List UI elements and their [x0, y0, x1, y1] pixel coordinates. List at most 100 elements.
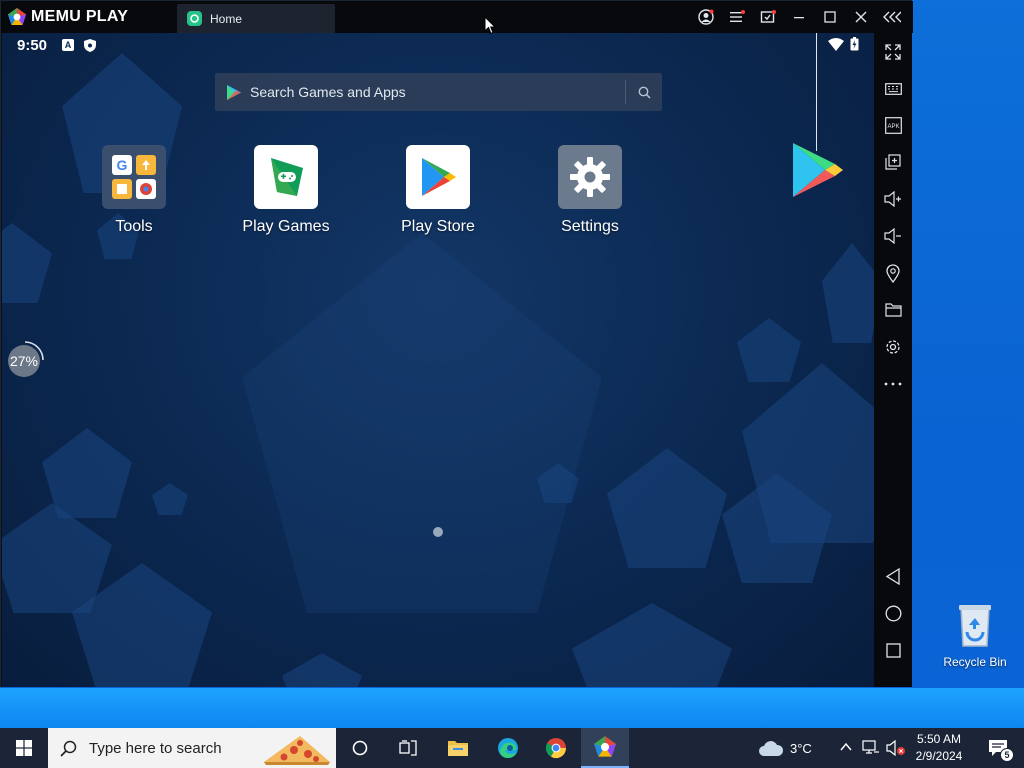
tools-folder-icon: G	[102, 145, 166, 209]
weather-widget[interactable]: 3°C	[758, 728, 812, 768]
cloud-icon	[759, 741, 784, 756]
recycle-bin-label: Recycle Bin	[943, 655, 1007, 669]
menu-button[interactable]	[721, 1, 752, 33]
maximize-icon	[823, 11, 836, 23]
shared-folder-button[interactable]	[874, 295, 912, 325]
chevron-up-icon[interactable]	[840, 742, 852, 752]
menu-icon	[729, 10, 745, 22]
start-button[interactable]	[0, 728, 48, 768]
android-back-button[interactable]	[874, 561, 912, 591]
mouse-cursor-icon	[484, 16, 496, 35]
system-date: 2/9/2024	[915, 749, 963, 763]
home-tab-icon	[187, 11, 202, 26]
cortana-icon	[352, 740, 368, 756]
notification-a-icon: A	[62, 39, 74, 51]
app-tools-label: Tools	[115, 218, 153, 235]
taskbar-search-input[interactable]: Type here to search	[89, 740, 222, 757]
memu-logo-icon	[8, 8, 26, 25]
minimize-button[interactable]	[783, 1, 814, 33]
recents-icon	[885, 642, 901, 658]
location-button[interactable]	[874, 258, 912, 288]
chrome-icon	[545, 738, 567, 759]
tab-home[interactable]: Home	[177, 4, 335, 33]
apk-button[interactable]: APK	[874, 110, 912, 140]
memu-taskbar-button[interactable]	[581, 728, 629, 768]
volume-down-icon	[884, 228, 901, 244]
app-play-store[interactable]: Play Store	[383, 145, 493, 236]
recycle-bin[interactable]: Recycle Bin	[940, 602, 1010, 669]
home-icon	[885, 605, 901, 621]
close-icon	[855, 11, 866, 23]
performance-ring	[24, 341, 44, 361]
svg-text:APK: APK	[887, 124, 899, 130]
edge-button[interactable]	[484, 728, 532, 768]
volume-muted-icon[interactable]	[886, 740, 906, 756]
keyboard-icon	[884, 83, 902, 95]
collapse-sidebar-button[interactable]	[876, 1, 907, 33]
maximize-button[interactable]	[814, 1, 845, 33]
bg-pentagon	[42, 428, 132, 518]
shield-icon	[84, 39, 96, 52]
bg-pentagon	[242, 233, 602, 613]
account-button[interactable]	[690, 1, 721, 33]
notification-count: 5	[1000, 748, 1014, 762]
multi-instance-button[interactable]	[874, 147, 912, 177]
close-button[interactable]	[845, 1, 876, 33]
desktop-wallpaper-band	[0, 688, 1024, 728]
memu-logo: MEMU PLAY	[7, 7, 128, 27]
notification-center-button[interactable]: 5	[978, 728, 1018, 768]
more-button[interactable]	[874, 369, 912, 399]
keyboard-button[interactable]	[874, 74, 912, 104]
windows-taskbar: Type here to search 3°C 5:50 AM 2/9/2024…	[0, 728, 1024, 768]
cortana-button[interactable]	[336, 728, 384, 768]
weather-temperature: 3°C	[790, 740, 812, 756]
app-play-games-label: Play Games	[242, 218, 330, 235]
tab-home-label: Home	[210, 11, 243, 26]
search-bar[interactable]: Search Games and Apps	[215, 73, 662, 111]
settings-icon	[886, 340, 900, 354]
title-bar: MEMU PLAY Home	[1, 1, 913, 33]
android-screen[interactable]: 9:50 A Search Games and Apps G Tools Pla…	[2, 33, 874, 687]
wifi-icon	[828, 38, 844, 51]
app-play-games[interactable]: Play Games	[231, 145, 341, 236]
volume-down-button[interactable]	[874, 221, 912, 251]
volume-up-button[interactable]	[874, 184, 912, 214]
search-input[interactable]: Search Games and Apps	[250, 84, 625, 100]
android-recents-button[interactable]	[874, 635, 912, 665]
screen-record-button[interactable]	[752, 1, 783, 33]
apk-icon: APK	[884, 116, 902, 134]
bg-pentagon	[607, 448, 727, 568]
search-icon	[60, 740, 77, 757]
fullscreen-button[interactable]	[874, 37, 912, 67]
taskbar-search-box[interactable]: Type here to search	[48, 728, 336, 768]
folder-icon	[884, 303, 902, 317]
battery-icon	[850, 37, 859, 51]
chrome-button[interactable]	[532, 728, 580, 768]
play-store-icon	[406, 145, 470, 209]
android-home-button[interactable]	[874, 598, 912, 628]
play-store-floating-icon[interactable]	[791, 141, 845, 199]
file-explorer-button[interactable]	[434, 728, 482, 768]
memu-taskbar-icon	[594, 736, 616, 757]
bg-pentagon	[152, 483, 188, 515]
app-settings[interactable]: Settings	[535, 145, 645, 236]
page-indicator	[433, 527, 443, 537]
search-button[interactable]	[626, 86, 662, 99]
system-clock[interactable]: 5:50 AM 2/9/2024	[908, 731, 970, 765]
double-chevron-left-icon	[882, 11, 901, 23]
emulator-settings-button[interactable]	[874, 332, 912, 362]
bg-pentagon	[737, 318, 801, 382]
search-icon	[638, 86, 651, 99]
edge-icon	[498, 738, 518, 758]
windows-logo-icon	[16, 740, 32, 756]
play-games-icon	[254, 145, 318, 209]
task-view-icon	[399, 740, 417, 756]
app-settings-label: Settings	[561, 218, 619, 235]
network-icon[interactable]	[862, 740, 880, 756]
play-store-search-icon	[227, 84, 241, 100]
task-view-button[interactable]	[384, 728, 432, 768]
back-icon	[885, 567, 900, 585]
app-tools[interactable]: G Tools	[79, 145, 189, 236]
account-icon	[697, 9, 714, 25]
android-status-bar: 9:50 A	[2, 33, 874, 59]
